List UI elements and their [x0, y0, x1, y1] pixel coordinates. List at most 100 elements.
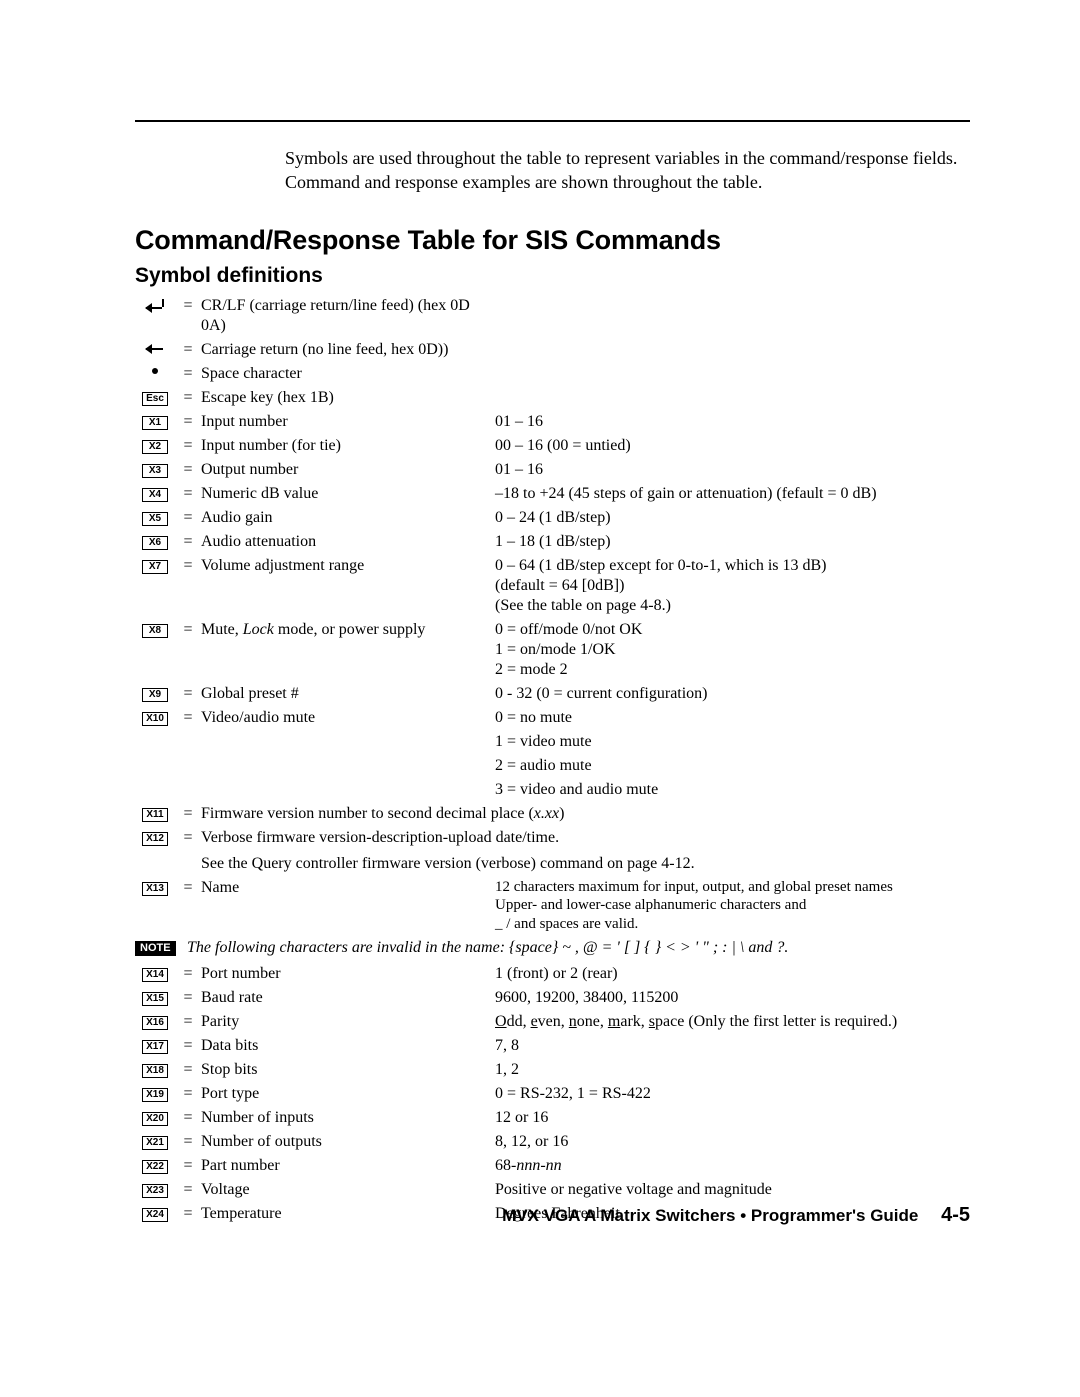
x3-range: 01 – 16 — [495, 460, 970, 480]
def-esc: Esc = Escape key (hex 1B) — [135, 388, 970, 408]
def-x1: X1 = Input number 01 – 16 — [135, 412, 970, 432]
bullet-icon — [152, 368, 158, 374]
x22-symbol: X22 — [142, 1160, 168, 1174]
footer-title: MVX VGA A Matrix Switchers • Programmer'… — [502, 1206, 918, 1225]
x12-desc: Verbose firmware version-description-upl… — [201, 828, 970, 848]
def-x10b: 1 = video mute — [135, 732, 970, 752]
def-x4: X4 = Numeric dB value –18 to +24 (45 ste… — [135, 484, 970, 504]
cr-desc: Carriage return (no line feed, hex 0D)) — [201, 340, 491, 360]
x13-desc: Name — [201, 878, 491, 898]
def-x23: X23 = Voltage Positive or negative volta… — [135, 1180, 970, 1200]
space-desc: Space character — [201, 364, 491, 384]
x5-symbol: X5 — [142, 512, 168, 526]
x6-range: 1 – 18 (1 dB/step) — [495, 532, 970, 552]
x23-symbol: X23 — [142, 1184, 168, 1198]
x11-desc: Firmware version number to second decima… — [201, 804, 970, 824]
note-text: The following characters are invalid in … — [187, 938, 970, 958]
x1-desc: Input number — [201, 412, 491, 432]
x16-desc: Parity — [201, 1012, 491, 1032]
x19-range: 0 = RS-232, 1 = RS-422 — [495, 1084, 970, 1104]
x12-subnote: See the Query controller firmware versio… — [201, 854, 970, 874]
x8-desc: Mute, Lock mode, or power supply — [201, 620, 491, 640]
x22-desc: Part number — [201, 1156, 491, 1176]
x20-range: 12 or 16 — [495, 1108, 970, 1128]
x5-desc: Audio gain — [201, 508, 491, 528]
x8-range: 0 = off/mode 0/not OK 1 = on/mode 1/OK 2… — [495, 620, 970, 680]
def-x8: X8 = Mute, Lock mode, or power supply 0 … — [135, 620, 970, 680]
def-x9: X9 = Global preset # 0 - 32 (0 = current… — [135, 684, 970, 704]
crlf-desc: CR/LF (carriage return/line feed) (hex 0… — [201, 296, 491, 336]
def-x10d: 3 = video and audio mute — [135, 780, 970, 800]
footer-page-number: 4-5 — [941, 1204, 970, 1226]
x9-desc: Global preset # — [201, 684, 491, 704]
def-x15: X15 = Baud rate 9600, 19200, 38400, 1152… — [135, 988, 970, 1008]
def-x6: X6 = Audio attenuation 1 – 18 (1 dB/step… — [135, 532, 970, 552]
def-space: = Space character — [135, 364, 970, 384]
x23-desc: Voltage — [201, 1180, 491, 1200]
x16-symbol: X16 — [142, 1016, 168, 1030]
x23-range: Positive or negative voltage and magnitu… — [495, 1180, 970, 1200]
x15-range: 9600, 19200, 38400, 115200 — [495, 988, 970, 1008]
x14-desc: Port number — [201, 964, 491, 984]
x18-desc: Stop bits — [201, 1060, 491, 1080]
def-x10c: 2 = audio mute — [135, 756, 970, 776]
x4-range: –18 to +24 (45 steps of gain or attenuat… — [495, 484, 970, 504]
x21-range: 8, 12, or 16 — [495, 1132, 970, 1152]
def-x11: X11 = Firmware version number to second … — [135, 804, 970, 824]
x15-symbol: X15 — [142, 992, 168, 1006]
x20-symbol: X20 — [142, 1112, 168, 1126]
x4-desc: Numeric dB value — [201, 484, 491, 504]
def-x17: X17 = Data bits 7, 8 — [135, 1036, 970, 1056]
x7-desc: Volume adjustment range — [201, 556, 491, 576]
def-x18: X18 = Stop bits 1, 2 — [135, 1060, 970, 1080]
x19-desc: Port type — [201, 1084, 491, 1104]
x6-desc: Audio attenuation — [201, 532, 491, 552]
intro-paragraph: Symbols are used throughout the table to… — [285, 146, 970, 195]
x10-desc: Video/audio mute — [201, 708, 491, 728]
x3-symbol: X3 — [142, 464, 168, 478]
x21-symbol: X21 — [142, 1136, 168, 1150]
def-x3: X3 = Output number 01 – 16 — [135, 460, 970, 480]
x24-desc: Temperature — [201, 1204, 491, 1224]
x20-desc: Number of inputs — [201, 1108, 491, 1128]
x13-symbol: X13 — [142, 882, 168, 896]
equals: = — [179, 296, 197, 316]
x16-range: Odd, even, none, mark, space (Only the f… — [495, 1012, 970, 1032]
def-x22: X22 = Part number 68-nnn-nn — [135, 1156, 970, 1176]
x13-range: 12 characters maximum for input, output,… — [495, 878, 970, 934]
section-heading: Command/Response Table for SIS Commands — [135, 225, 970, 256]
x4-symbol: X4 — [142, 488, 168, 502]
x1-range: 01 – 16 — [495, 412, 970, 432]
subsection-heading: Symbol definitions — [135, 264, 970, 288]
def-x12-sub: See the Query controller firmware versio… — [135, 852, 970, 874]
x12-symbol: X12 — [142, 832, 168, 846]
x17-range: 7, 8 — [495, 1036, 970, 1056]
page: Symbols are used throughout the table to… — [0, 0, 1080, 1397]
def-crlf: = CR/LF (carriage return/line feed) (hex… — [135, 296, 970, 336]
x10-range: 0 = no mute — [495, 708, 970, 728]
esc-desc: Escape key (hex 1B) — [201, 388, 491, 408]
x1-symbol: X1 — [142, 416, 168, 430]
top-rule — [135, 120, 970, 122]
note-row: NOTE The following characters are invali… — [135, 938, 970, 958]
def-x21: X21 = Number of outputs 8, 12, or 16 — [135, 1132, 970, 1152]
x14-symbol: X14 — [142, 968, 168, 982]
def-x10: X10 = Video/audio mute 0 = no mute — [135, 708, 970, 728]
x9-symbol: X9 — [142, 688, 168, 702]
note-badge: NOTE — [135, 941, 176, 956]
x7-range: 0 – 64 (1 dB/step except for 0-to-1, whi… — [495, 556, 970, 616]
x17-desc: Data bits — [201, 1036, 491, 1056]
x8-symbol: X8 — [142, 624, 168, 638]
x11-symbol: X11 — [142, 808, 168, 822]
x7-symbol: X7 — [142, 560, 168, 574]
crlf-icon — [146, 299, 164, 311]
x18-range: 1, 2 — [495, 1060, 970, 1080]
x18-symbol: X18 — [142, 1064, 168, 1078]
x6-symbol: X6 — [142, 536, 168, 550]
x9-range: 0 - 32 (0 = current configuration) — [495, 684, 970, 704]
def-x13: X13 = Name 12 characters maximum for inp… — [135, 878, 970, 934]
x2-desc: Input number (for tie) — [201, 436, 491, 456]
x5-range: 0 – 24 (1 dB/step) — [495, 508, 970, 528]
symbol-definitions: = CR/LF (carriage return/line feed) (hex… — [135, 296, 970, 1224]
def-x16: X16 = Parity Odd, even, none, mark, spac… — [135, 1012, 970, 1032]
